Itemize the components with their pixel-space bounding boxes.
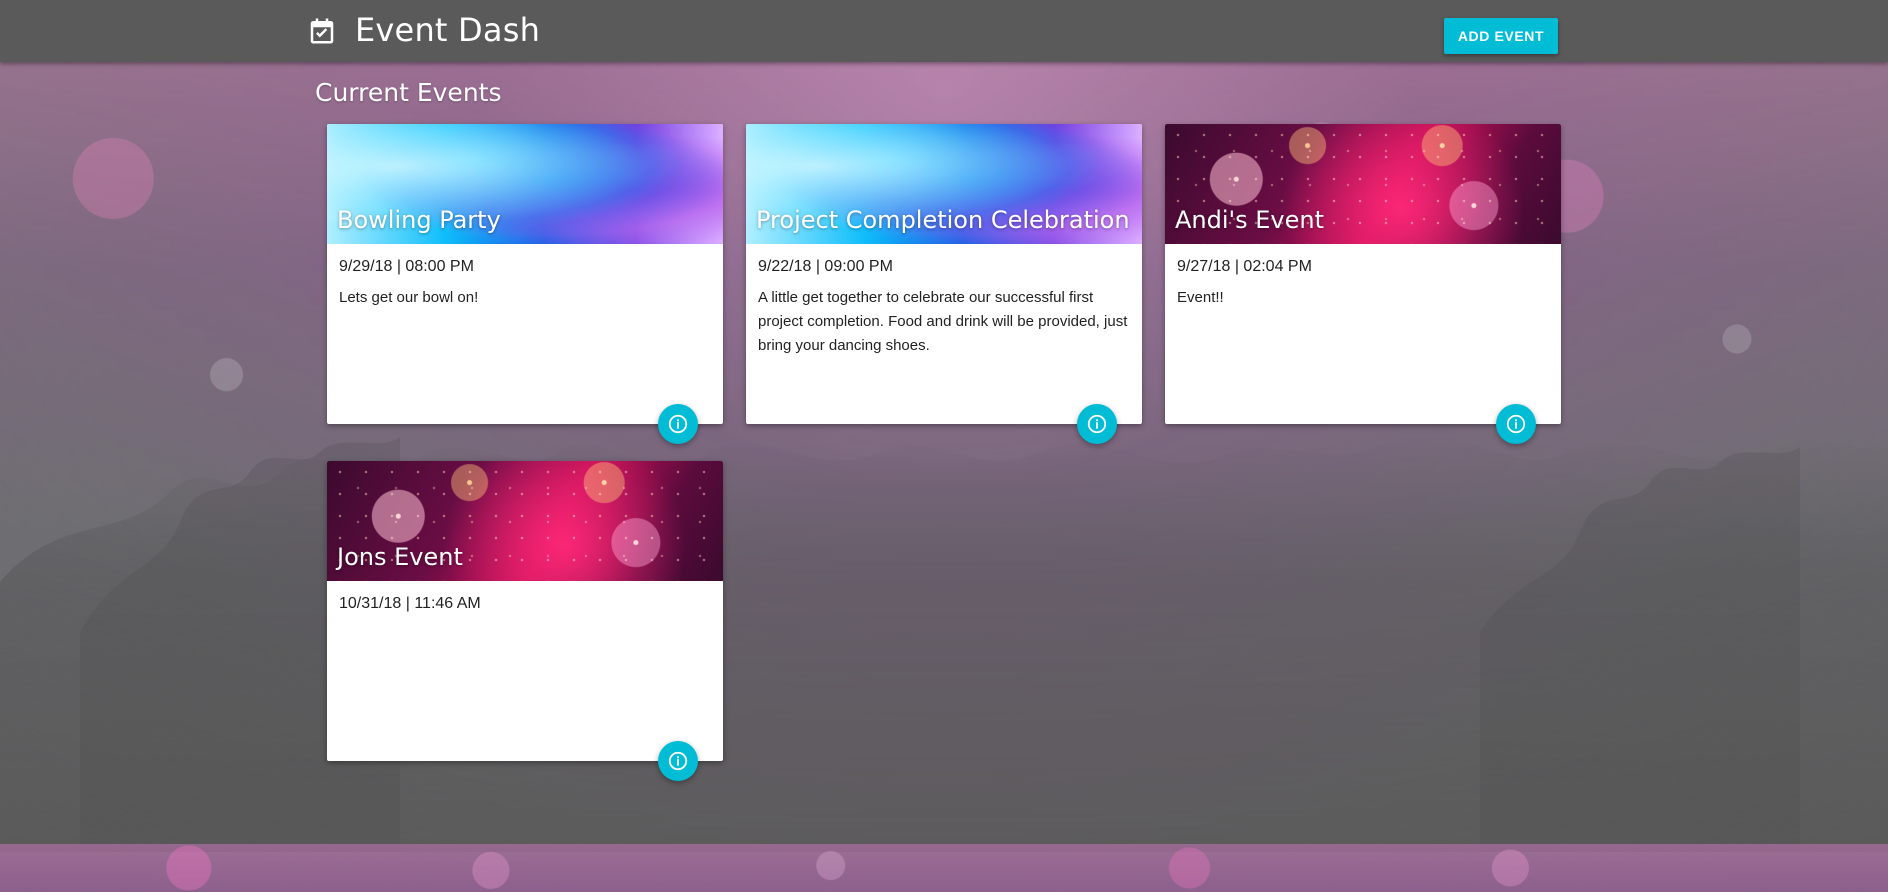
- event-title: Andi's Event: [1175, 206, 1325, 234]
- event-datetime: 10/31/18 | 11:46 AM: [339, 595, 481, 612]
- calendar-check-icon: [305, 14, 339, 48]
- event-title: Jons Event: [337, 543, 463, 571]
- event-title: Project Completion Celebration: [756, 206, 1130, 234]
- event-card-media: Andi's Event: [1165, 124, 1561, 244]
- event-info-button[interactable]: [1077, 404, 1117, 444]
- event-description: Event!!: [1177, 289, 1224, 306]
- event-datetime: 9/27/18 | 02:04 PM: [1177, 258, 1312, 275]
- section-title: Current Events: [315, 78, 502, 107]
- event-card: Bowling Party 9/29/18 | 08:00 PM Lets ge…: [327, 124, 723, 444]
- event-title: Bowling Party: [337, 206, 501, 234]
- event-info-button[interactable]: [658, 741, 698, 781]
- event-datetime: 9/29/18 | 08:00 PM: [339, 258, 474, 275]
- event-datetime: 9/22/18 | 09:00 PM: [758, 258, 893, 275]
- event-card-body: 9/22/18 | 09:00 PM A little get together…: [746, 244, 1142, 358]
- event-card-body: 9/27/18 | 02:04 PM Event!!: [1165, 244, 1561, 310]
- event-card: Project Completion Celebration 9/22/18 |…: [746, 124, 1142, 444]
- info-icon: [667, 413, 689, 435]
- info-icon: [1086, 413, 1108, 435]
- add-event-button[interactable]: ADD EVENT: [1444, 18, 1558, 54]
- info-icon: [667, 750, 689, 772]
- event-info-button[interactable]: [1496, 404, 1536, 444]
- app-title: Event Dash: [355, 11, 541, 49]
- brand: Event Dash: [305, 10, 540, 52]
- event-card-media: Bowling Party: [327, 124, 723, 244]
- event-card: Jons Event 10/31/18 | 11:46 AM: [327, 461, 723, 781]
- event-description: A little get together to celebrate our s…: [758, 289, 1128, 354]
- event-card-media: Project Completion Celebration: [746, 124, 1142, 244]
- event-description: Lets get our bowl on!: [339, 289, 479, 306]
- info-icon: [1505, 413, 1527, 435]
- event-info-button[interactable]: [658, 404, 698, 444]
- event-card-body: 10/31/18 | 11:46 AM: [327, 581, 723, 613]
- background-footer-strip: [0, 844, 1888, 892]
- app-bar: Event Dash ADD EVENT: [0, 0, 1888, 62]
- event-card: Andi's Event 9/27/18 | 02:04 PM Event!!: [1165, 124, 1561, 444]
- event-card-body: 9/29/18 | 08:00 PM Lets get our bowl on!: [327, 244, 723, 310]
- event-card-media: Jons Event: [327, 461, 723, 581]
